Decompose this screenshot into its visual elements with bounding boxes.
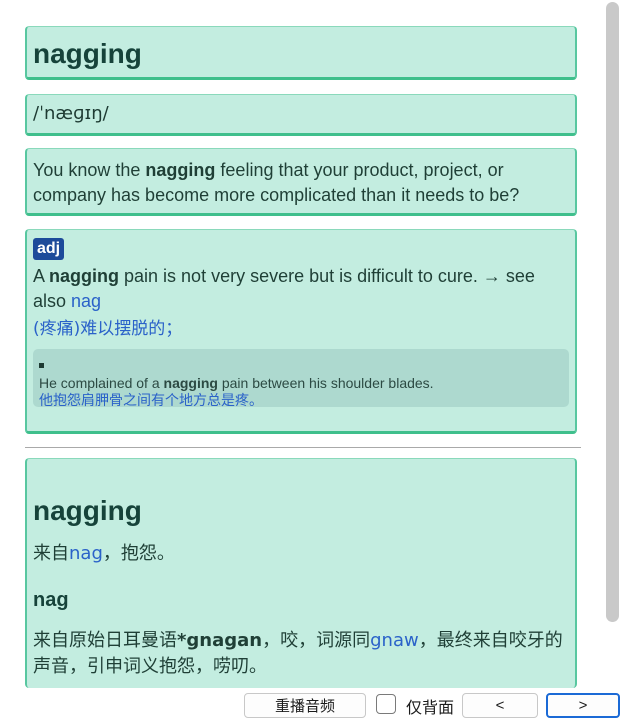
definition-text: A nagging pain is not very severe but is… <box>33 264 569 314</box>
etymology-card: nagging 来自nag，抱怨。 nag 来自原始日耳曼语*gnagan，咬，… <box>25 458 577 688</box>
definition-keyword: nagging <box>49 266 120 286</box>
bullet-icon <box>39 363 44 368</box>
etymology-title: nagging <box>33 495 142 526</box>
back-only-label: 仅背面 <box>406 698 455 717</box>
word-title-card: nagging <box>25 26 577 80</box>
example-keyword: nagging <box>145 160 216 180</box>
sentence-chinese: 他抱怨肩胛骨之间有个地方总是疼。 <box>39 393 263 409</box>
back-only-checkbox[interactable] <box>376 694 396 714</box>
example-card: You know the nagging feeling that your p… <box>25 148 577 216</box>
sentence-en-after: pain between his shoulder blades. <box>217 375 434 391</box>
example-text-before: You know the <box>33 160 146 180</box>
definition-chinese: (疼痛)难以摆脱的； <box>33 319 183 339</box>
bottom-toolbar: 重播音频 < > <box>0 690 621 720</box>
next-button[interactable]: > <box>546 693 620 718</box>
previous-button[interactable]: < <box>462 693 538 718</box>
ety2-mid: ，咬，词源同 <box>262 630 371 651</box>
replay-audio-button[interactable]: 重播音频 <box>244 693 366 718</box>
definition-card: adj A nagging pain is not very severe bu… <box>25 229 577 434</box>
phonetic: /ˈnæɡɪŋ/ <box>33 103 109 124</box>
sentence-english: He complained of a nagging pain between … <box>39 374 563 392</box>
ety2-before: 来自原始日耳曼语 <box>33 630 177 651</box>
ety1-after: ，抱怨。 <box>102 543 175 564</box>
word-title: nagging <box>33 38 142 69</box>
example-sentence: You know the nagging feeling that your p… <box>33 158 569 208</box>
example-sentence-box: He complained of a nagging pain between … <box>33 349 569 409</box>
scrollbar[interactable] <box>606 2 619 622</box>
pos-badge: adj <box>33 238 65 260</box>
ety1-before: 来自 <box>33 543 69 564</box>
definition-text-before: A <box>33 266 50 286</box>
etymology-line-2: 来自原始日耳曼语*gnagan，咬，词源同gnaw，最终来自咬牙的声音，引申词义… <box>33 628 569 680</box>
ety1-link[interactable]: nag <box>69 543 103 564</box>
etymology-line-1: 来自nag，抱怨。 <box>33 541 569 567</box>
ety2-bold: *gnagan <box>177 630 263 651</box>
divider <box>25 447 581 448</box>
sentence-en-before: He complained of a <box>39 375 164 391</box>
phonetic-card: /ˈnæɡɪŋ/ <box>25 94 577 136</box>
see-also-link[interactable]: nag <box>71 291 101 311</box>
ety2-link[interactable]: gnaw <box>370 630 419 651</box>
etymology-subtitle: nag <box>33 589 69 611</box>
sentence-en-keyword: nagging <box>163 375 218 391</box>
